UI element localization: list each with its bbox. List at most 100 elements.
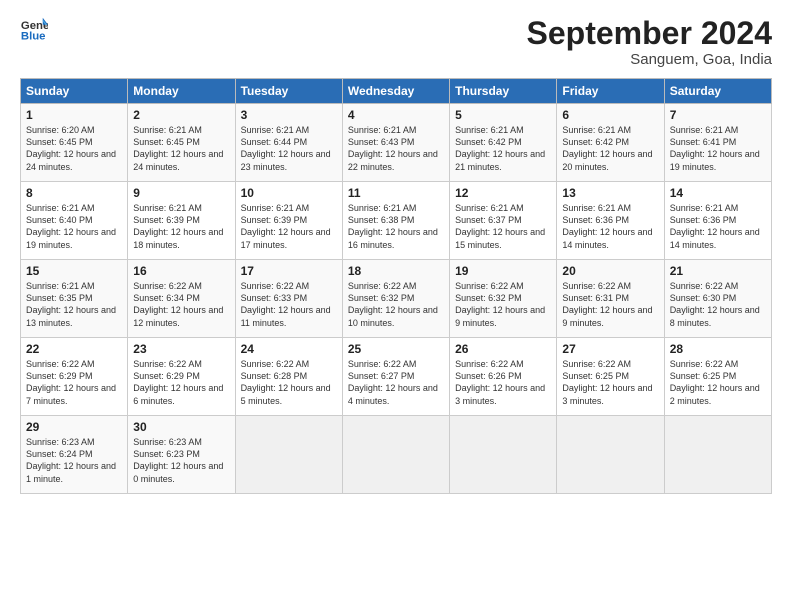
day-number: 21	[670, 264, 766, 278]
day-number: 14	[670, 186, 766, 200]
day-cell: 4 Sunrise: 6:21 AMSunset: 6:43 PMDayligh…	[342, 104, 449, 182]
empty-cell	[235, 416, 342, 494]
cell-details: Sunrise: 6:21 AMSunset: 6:45 PMDaylight:…	[133, 125, 223, 171]
day-cell: 15 Sunrise: 6:21 AMSunset: 6:35 PMDaylig…	[21, 260, 128, 338]
day-cell: 30 Sunrise: 6:23 AMSunset: 6:23 PMDaylig…	[128, 416, 235, 494]
cell-details: Sunrise: 6:22 AMSunset: 6:28 PMDaylight:…	[241, 359, 331, 405]
day-number: 15	[26, 264, 122, 278]
day-number: 30	[133, 420, 229, 434]
day-number: 3	[241, 108, 337, 122]
main-container: General Blue September 2024 Sanguem, Goa…	[0, 0, 792, 504]
day-number: 29	[26, 420, 122, 434]
empty-cell	[342, 416, 449, 494]
empty-cell	[557, 416, 664, 494]
cell-details: Sunrise: 6:21 AMSunset: 6:39 PMDaylight:…	[241, 203, 331, 249]
cell-details: Sunrise: 6:23 AMSunset: 6:24 PMDaylight:…	[26, 437, 116, 483]
day-number: 8	[26, 186, 122, 200]
cell-details: Sunrise: 6:21 AMSunset: 6:38 PMDaylight:…	[348, 203, 438, 249]
day-cell: 28 Sunrise: 6:22 AMSunset: 6:25 PMDaylig…	[664, 338, 771, 416]
cell-details: Sunrise: 6:21 AMSunset: 6:37 PMDaylight:…	[455, 203, 545, 249]
col-monday: Monday	[128, 79, 235, 104]
cell-details: Sunrise: 6:22 AMSunset: 6:26 PMDaylight:…	[455, 359, 545, 405]
week-row: 8 Sunrise: 6:21 AMSunset: 6:40 PMDayligh…	[21, 182, 772, 260]
calendar-table: Sunday Monday Tuesday Wednesday Thursday…	[20, 78, 772, 494]
day-cell: 17 Sunrise: 6:22 AMSunset: 6:33 PMDaylig…	[235, 260, 342, 338]
logo: General Blue	[20, 16, 48, 44]
day-cell: 23 Sunrise: 6:22 AMSunset: 6:29 PMDaylig…	[128, 338, 235, 416]
cell-details: Sunrise: 6:22 AMSunset: 6:30 PMDaylight:…	[670, 281, 760, 327]
day-number: 4	[348, 108, 444, 122]
cell-details: Sunrise: 6:21 AMSunset: 6:42 PMDaylight:…	[562, 125, 652, 171]
logo-icon: General Blue	[20, 16, 48, 44]
cell-details: Sunrise: 6:22 AMSunset: 6:29 PMDaylight:…	[26, 359, 116, 405]
day-cell: 10 Sunrise: 6:21 AMSunset: 6:39 PMDaylig…	[235, 182, 342, 260]
day-number: 26	[455, 342, 551, 356]
day-cell: 22 Sunrise: 6:22 AMSunset: 6:29 PMDaylig…	[21, 338, 128, 416]
day-cell: 12 Sunrise: 6:21 AMSunset: 6:37 PMDaylig…	[450, 182, 557, 260]
week-row: 15 Sunrise: 6:21 AMSunset: 6:35 PMDaylig…	[21, 260, 772, 338]
day-cell: 16 Sunrise: 6:22 AMSunset: 6:34 PMDaylig…	[128, 260, 235, 338]
day-number: 13	[562, 186, 658, 200]
week-row: 1 Sunrise: 6:20 AMSunset: 6:45 PMDayligh…	[21, 104, 772, 182]
cell-details: Sunrise: 6:21 AMSunset: 6:40 PMDaylight:…	[26, 203, 116, 249]
day-number: 11	[348, 186, 444, 200]
day-cell: 7 Sunrise: 6:21 AMSunset: 6:41 PMDayligh…	[664, 104, 771, 182]
day-cell: 5 Sunrise: 6:21 AMSunset: 6:42 PMDayligh…	[450, 104, 557, 182]
cell-details: Sunrise: 6:21 AMSunset: 6:43 PMDaylight:…	[348, 125, 438, 171]
cell-details: Sunrise: 6:22 AMSunset: 6:27 PMDaylight:…	[348, 359, 438, 405]
day-cell: 3 Sunrise: 6:21 AMSunset: 6:44 PMDayligh…	[235, 104, 342, 182]
day-number: 23	[133, 342, 229, 356]
location-title: Sanguem, Goa, India	[527, 51, 772, 68]
day-number: 9	[133, 186, 229, 200]
day-cell: 2 Sunrise: 6:21 AMSunset: 6:45 PMDayligh…	[128, 104, 235, 182]
day-cell: 19 Sunrise: 6:22 AMSunset: 6:32 PMDaylig…	[450, 260, 557, 338]
day-cell: 26 Sunrise: 6:22 AMSunset: 6:26 PMDaylig…	[450, 338, 557, 416]
cell-details: Sunrise: 6:22 AMSunset: 6:25 PMDaylight:…	[670, 359, 760, 405]
cell-details: Sunrise: 6:23 AMSunset: 6:23 PMDaylight:…	[133, 437, 223, 483]
day-cell: 8 Sunrise: 6:21 AMSunset: 6:40 PMDayligh…	[21, 182, 128, 260]
title-block: September 2024 Sanguem, Goa, India	[527, 16, 772, 68]
cell-details: Sunrise: 6:20 AMSunset: 6:45 PMDaylight:…	[26, 125, 116, 171]
day-cell: 1 Sunrise: 6:20 AMSunset: 6:45 PMDayligh…	[21, 104, 128, 182]
day-number: 16	[133, 264, 229, 278]
day-cell: 25 Sunrise: 6:22 AMSunset: 6:27 PMDaylig…	[342, 338, 449, 416]
cell-details: Sunrise: 6:22 AMSunset: 6:34 PMDaylight:…	[133, 281, 223, 327]
col-tuesday: Tuesday	[235, 79, 342, 104]
day-number: 18	[348, 264, 444, 278]
day-cell: 6 Sunrise: 6:21 AMSunset: 6:42 PMDayligh…	[557, 104, 664, 182]
day-cell: 29 Sunrise: 6:23 AMSunset: 6:24 PMDaylig…	[21, 416, 128, 494]
day-number: 20	[562, 264, 658, 278]
cell-details: Sunrise: 6:22 AMSunset: 6:33 PMDaylight:…	[241, 281, 331, 327]
day-cell: 14 Sunrise: 6:21 AMSunset: 6:36 PMDaylig…	[664, 182, 771, 260]
day-number: 1	[26, 108, 122, 122]
col-sunday: Sunday	[21, 79, 128, 104]
day-number: 28	[670, 342, 766, 356]
day-number: 27	[562, 342, 658, 356]
empty-cell	[450, 416, 557, 494]
day-cell: 21 Sunrise: 6:22 AMSunset: 6:30 PMDaylig…	[664, 260, 771, 338]
col-saturday: Saturday	[664, 79, 771, 104]
day-number: 5	[455, 108, 551, 122]
cell-details: Sunrise: 6:21 AMSunset: 6:36 PMDaylight:…	[562, 203, 652, 249]
day-number: 2	[133, 108, 229, 122]
day-cell: 20 Sunrise: 6:22 AMSunset: 6:31 PMDaylig…	[557, 260, 664, 338]
day-cell: 18 Sunrise: 6:22 AMSunset: 6:32 PMDaylig…	[342, 260, 449, 338]
cell-details: Sunrise: 6:22 AMSunset: 6:32 PMDaylight:…	[455, 281, 545, 327]
week-row: 29 Sunrise: 6:23 AMSunset: 6:24 PMDaylig…	[21, 416, 772, 494]
empty-cell	[664, 416, 771, 494]
day-cell: 9 Sunrise: 6:21 AMSunset: 6:39 PMDayligh…	[128, 182, 235, 260]
day-number: 12	[455, 186, 551, 200]
week-row: 22 Sunrise: 6:22 AMSunset: 6:29 PMDaylig…	[21, 338, 772, 416]
day-number: 7	[670, 108, 766, 122]
day-number: 6	[562, 108, 658, 122]
day-cell: 24 Sunrise: 6:22 AMSunset: 6:28 PMDaylig…	[235, 338, 342, 416]
day-cell: 13 Sunrise: 6:21 AMSunset: 6:36 PMDaylig…	[557, 182, 664, 260]
col-friday: Friday	[557, 79, 664, 104]
cell-details: Sunrise: 6:22 AMSunset: 6:29 PMDaylight:…	[133, 359, 223, 405]
day-cell: 27 Sunrise: 6:22 AMSunset: 6:25 PMDaylig…	[557, 338, 664, 416]
month-title: September 2024	[527, 16, 772, 51]
cell-details: Sunrise: 6:22 AMSunset: 6:32 PMDaylight:…	[348, 281, 438, 327]
header-row-days: Sunday Monday Tuesday Wednesday Thursday…	[21, 79, 772, 104]
cell-details: Sunrise: 6:21 AMSunset: 6:35 PMDaylight:…	[26, 281, 116, 327]
cell-details: Sunrise: 6:21 AMSunset: 6:39 PMDaylight:…	[133, 203, 223, 249]
